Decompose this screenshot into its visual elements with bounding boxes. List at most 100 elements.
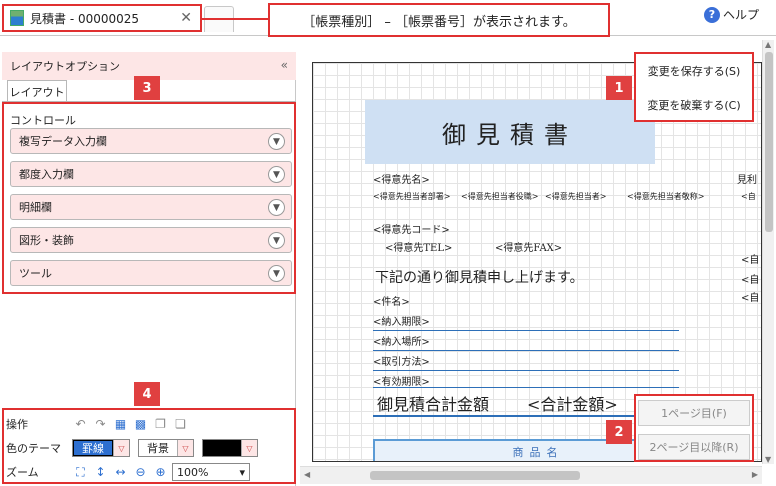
- fit-height-icon[interactable]: ↕: [92, 464, 109, 481]
- chevron-down-icon[interactable]: ▼: [268, 232, 285, 249]
- delivery-deadline-field[interactable]: <納入期限>: [373, 313, 430, 328]
- chevron-down-icon[interactable]: ▼: [268, 166, 285, 183]
- clipped-field[interactable]: 見利: [737, 171, 757, 186]
- delivery-place-field[interactable]: <納入場所>: [373, 333, 430, 348]
- validity-field[interactable]: <有効期限>: [373, 373, 430, 388]
- vertical-scrollbar[interactable]: ▲ ▼: [762, 40, 774, 464]
- close-icon[interactable]: ✕: [180, 10, 192, 26]
- dropdown-icon: ▽: [177, 440, 193, 456]
- first-page-button[interactable]: 1ページ目(F): [638, 400, 750, 426]
- underline: [373, 330, 679, 331]
- recipient-code-field[interactable]: <得意先コード>: [373, 221, 450, 236]
- clipped-field[interactable]: <自: [741, 271, 759, 286]
- help-link[interactable]: ? ヘルプ: [704, 6, 759, 23]
- tab-bar: 見積書 - 00000025 ✕ ［帳票種別］ – ［帳票番号］が表示されます。…: [0, 0, 776, 37]
- clipped-field[interactable]: <自: [741, 251, 759, 266]
- redo-icon[interactable]: ↷: [92, 416, 109, 433]
- total-value-field[interactable]: <合計金額>: [527, 391, 618, 415]
- help-icon: ?: [704, 6, 720, 23]
- section-detail[interactable]: 明細欄 ▼: [10, 194, 292, 220]
- bring-forward-icon[interactable]: ❐: [152, 416, 169, 433]
- underline: [373, 387, 679, 388]
- tab-layout[interactable]: レイアウト: [7, 80, 67, 102]
- save-changes-button[interactable]: 変更を保存する(S): [638, 58, 750, 84]
- underline: [373, 370, 679, 371]
- zoom-in-icon[interactable]: ⊕: [152, 464, 169, 481]
- chevron-down-icon[interactable]: ▼: [268, 199, 285, 216]
- controls-section: コントロール 複写データ入力欄 ▼ 都度入力欄 ▼ 明細欄 ▼ 図形・装飾 ▼ …: [2, 102, 296, 294]
- callout-connector: [200, 18, 268, 20]
- fit-width-icon[interactable]: ↔: [112, 464, 129, 481]
- zoom-value: 100%: [177, 465, 209, 479]
- operations-section: 操作 ↶ ↷ ▦ ▩ ❐ ❏ 色のテーマ 罫線 ▽ 背景 ▽ ▽ ズーム ⛶ ↕…: [2, 408, 296, 484]
- marker-1: 1: [606, 76, 632, 100]
- section-per-entry-input[interactable]: 都度入力欄 ▼: [10, 161, 292, 187]
- controls-title: コントロール: [10, 114, 76, 127]
- help-label: ヘルプ: [723, 8, 760, 22]
- zoom-label: ズーム: [6, 466, 39, 479]
- recipient-person-field[interactable]: <得意先担当者>: [545, 191, 606, 202]
- intro-text[interactable]: 下記の通り御見積申し上げます。: [375, 267, 584, 287]
- background-color-label: 背景: [147, 442, 169, 455]
- scroll-left-icon[interactable]: ◀: [304, 470, 310, 479]
- dropdown-icon: ▽: [113, 440, 129, 456]
- horizontal-scrollbar[interactable]: ◀ ▶: [300, 466, 762, 484]
- section-label: 図形・装飾: [19, 234, 74, 247]
- fit-page-icon[interactable]: ⛶: [72, 464, 89, 481]
- background-color-button[interactable]: 背景 ▽: [138, 439, 194, 457]
- clipped-field[interactable]: <自: [741, 289, 759, 304]
- operations-row: 操作 ↶ ↷ ▦ ▩ ❐ ❏: [6, 414, 192, 434]
- save-discard-group: 変更を保存する(S) 変更を破棄する(C): [634, 52, 754, 122]
- dropdown-icon: ▽: [241, 440, 257, 456]
- section-label: 複写データ入力欄: [19, 135, 107, 148]
- scroll-down-icon[interactable]: ▼: [765, 455, 771, 464]
- section-copy-data-input[interactable]: 複写データ入力欄 ▼: [10, 128, 292, 154]
- text-color-button[interactable]: ▽: [202, 439, 258, 457]
- recipient-tel-field[interactable]: <得意先TEL>: [385, 239, 452, 254]
- scroll-right-icon[interactable]: ▶: [752, 470, 758, 479]
- collapse-icon[interactable]: «: [281, 58, 288, 72]
- scroll-up-icon[interactable]: ▲: [765, 40, 771, 49]
- recipient-name-field[interactable]: <得意先名>: [373, 171, 430, 186]
- line-color-button[interactable]: 罫線 ▽: [72, 439, 130, 457]
- send-backward-icon[interactable]: ❏: [172, 416, 189, 433]
- discard-changes-button[interactable]: 変更を破棄する(C): [638, 92, 750, 118]
- total-label[interactable]: 御見積合計金額: [377, 391, 489, 415]
- subject-field[interactable]: <件名>: [373, 293, 410, 308]
- section-label: ツール: [19, 267, 52, 280]
- chevron-down-icon[interactable]: ▼: [268, 133, 285, 150]
- later-pages-button[interactable]: 2ページ目以降(R): [638, 434, 750, 460]
- panel-title: レイアウトオプション: [10, 60, 120, 73]
- undo-icon[interactable]: ↶: [72, 416, 89, 433]
- chevron-down-icon[interactable]: ▼: [268, 265, 285, 282]
- grid-icon[interactable]: ▦: [112, 416, 129, 433]
- document-tab[interactable]: 見積書 - 00000025 ✕: [2, 4, 202, 32]
- scroll-thumb[interactable]: [370, 471, 580, 480]
- section-shapes-decoration[interactable]: 図形・装飾 ▼: [10, 227, 292, 253]
- document-tab-title: 見積書 - 00000025: [30, 11, 140, 26]
- spreadsheet-icon: [10, 10, 24, 26]
- payment-method-field[interactable]: <取引方法>: [373, 353, 430, 368]
- theme-row: 色のテーマ 罫線 ▽ 背景 ▽ ▽: [6, 438, 266, 458]
- theme-label: 色のテーマ: [6, 442, 61, 455]
- zoom-row: ズーム ⛶ ↕ ↔ ⊖ ⊕ 100% ▾: [6, 462, 250, 482]
- section-label: 都度入力欄: [19, 168, 74, 181]
- text-color-swatch: [203, 440, 241, 456]
- section-label: 明細欄: [19, 201, 52, 214]
- document-title[interactable]: 御見積書: [365, 100, 655, 164]
- marker-3: 3: [134, 76, 160, 100]
- recipient-fax-field[interactable]: <得意先FAX>: [495, 239, 562, 254]
- recipient-dept-field[interactable]: <得意先担当者部署>: [373, 191, 450, 202]
- operations-label: 操作: [6, 418, 28, 431]
- section-tools[interactable]: ツール ▼: [10, 260, 292, 286]
- clipped-field[interactable]: <自: [741, 191, 756, 202]
- chevron-down-icon: ▾: [239, 465, 245, 479]
- recipient-honorific-field[interactable]: <得意先担当者敬称>: [627, 191, 704, 202]
- scroll-thumb[interactable]: [765, 52, 773, 232]
- underline: [373, 350, 679, 351]
- line-color-label: 罫線: [73, 440, 113, 456]
- zoom-select[interactable]: 100% ▾: [172, 463, 250, 481]
- recipient-role-field[interactable]: <得意先担当者役職>: [461, 191, 538, 202]
- fine-grid-icon[interactable]: ▩: [132, 416, 149, 433]
- zoom-out-icon[interactable]: ⊖: [132, 464, 149, 481]
